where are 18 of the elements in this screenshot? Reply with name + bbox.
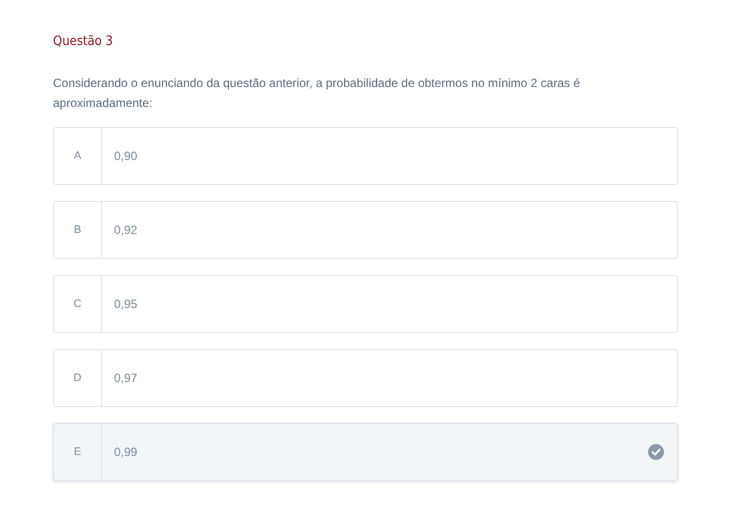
- answer-option[interactable]: D 0,97: [53, 349, 678, 407]
- answer-option[interactable]: E 0,99: [53, 423, 678, 481]
- answer-option[interactable]: C 0,95: [53, 275, 678, 333]
- option-text: 0,90: [114, 149, 138, 163]
- question-text: Considerando o enunciando da questão anterior, a probabilidade de obtermos no mínimo 2 caras é aproximadamente:: [53, 75, 582, 112]
- option-text: 0,97: [114, 371, 138, 385]
- option-text: 0,92: [114, 223, 138, 237]
- option-letter: B: [54, 202, 102, 258]
- option-text: 0,95: [114, 297, 138, 311]
- option-letter: A: [54, 128, 102, 184]
- answer-option[interactable]: A 0,90: [53, 127, 678, 185]
- option-letter: D: [54, 350, 102, 406]
- question-title: Questão 3: [53, 34, 114, 51]
- check-icon: [648, 444, 664, 460]
- answer-option[interactable]: B 0,92: [53, 201, 678, 259]
- option-letter: C: [54, 276, 102, 332]
- option-letter: E: [54, 424, 102, 480]
- option-text: 0,99: [114, 445, 138, 459]
